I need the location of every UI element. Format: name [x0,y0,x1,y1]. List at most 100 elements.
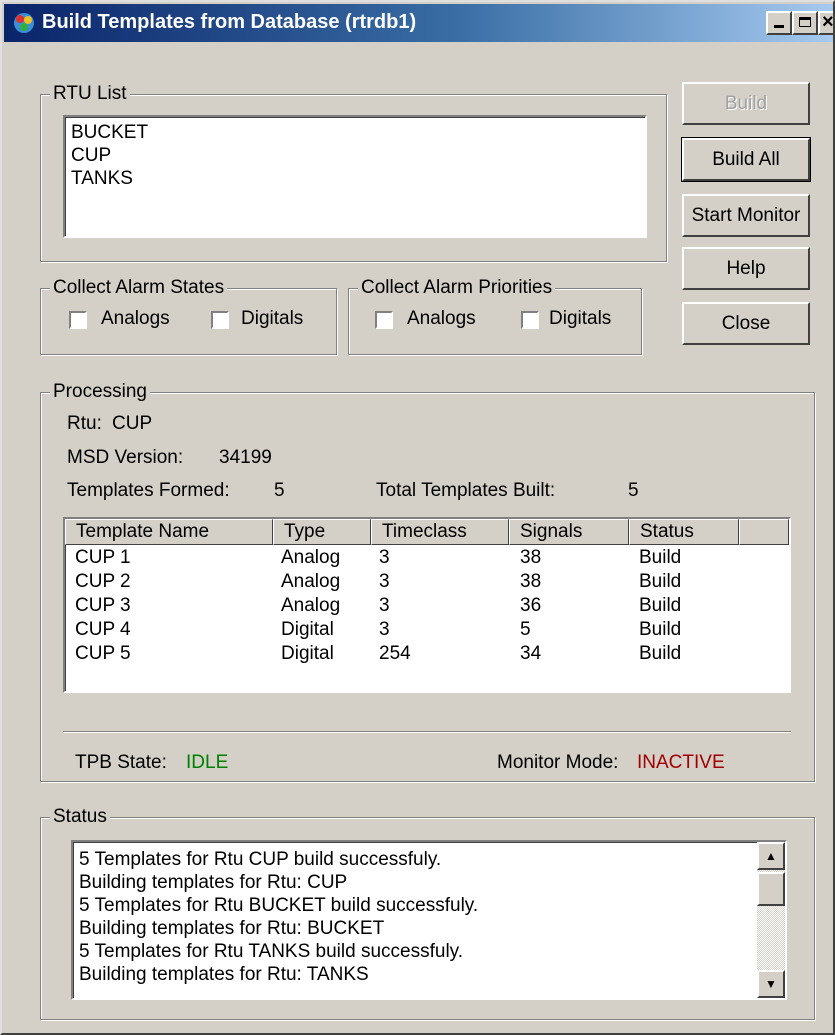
rtu-list-item[interactable]: TANKS [71,167,133,190]
table-row[interactable]: CUP 4 Digital 3 5 Build [65,619,789,643]
help-button[interactable]: Help [682,247,810,290]
title-bar[interactable]: Build Templates from Database (rtrdb1) × [4,4,833,42]
status-group: Status 5 Templates for Rtu CUP build suc… [40,806,815,1020]
rtu-list-group: RTU List BUCKET CUP TANKS [40,83,667,262]
msd-version-value: 34199 [219,447,272,468]
collect-alarm-priorities-label: Collect Alarm Priorities [358,277,556,299]
column-header-template-name[interactable]: Template Name [65,519,273,545]
table-row[interactable]: CUP 2 Analog 3 38 Build [65,571,789,595]
app-icon [14,13,34,33]
status-line: 5 Templates for Rtu CUP build successful… [79,849,442,870]
alarm-states-analogs-checkbox[interactable] [69,311,87,329]
status-line: Building templates for Rtu: TANKS [79,964,369,985]
alarm-states-analogs-label[interactable]: Analogs [101,308,170,330]
rtu-value: CUP [112,413,153,434]
alarm-priorities-analogs-checkbox[interactable] [375,311,393,329]
cell-signals: 36 [520,595,542,616]
cell-timeclass: 3 [379,619,390,640]
close-icon: × [822,11,834,33]
scroll-down-button[interactable]: ▼ [757,970,785,998]
maximize-button[interactable] [792,11,818,35]
cell-status: Build [639,547,682,568]
collect-alarm-states-label: Collect Alarm States [50,277,228,299]
rtu-list-item[interactable]: CUP [71,144,111,167]
cell-timeclass: 3 [379,571,390,592]
cell-type: Analog [281,595,341,616]
cell-signals: 38 [520,547,542,568]
msd-version-label: MSD Version: [67,447,184,468]
total-templates-built-label: Total Templates Built: [376,480,556,501]
build-templates-window: Build Templates from Database (rtrdb1) ×… [0,0,835,1035]
rtu-list-item[interactable]: BUCKET [71,121,148,144]
cell-status: Build [639,595,682,616]
rtu-label: Rtu: [67,413,102,434]
collect-alarm-states-group: Collect Alarm States Analogs Digitals [40,277,337,355]
total-templates-built-value: 5 [628,480,639,501]
build-all-button[interactable]: Build All [681,137,811,182]
cell-type: Analog [281,571,341,592]
templates-table[interactable]: Template Name Type Timeclass Signals Sta… [63,517,791,693]
cell-type: Digital [281,619,334,640]
alarm-priorities-digitals-checkbox[interactable] [521,311,539,329]
processing-label: Processing [50,381,150,403]
cell-timeclass: 3 [379,595,390,616]
cell-type: Analog [281,547,341,568]
table-header: Template Name Type Timeclass Signals Sta… [65,519,789,545]
column-header-status[interactable]: Status [629,519,739,545]
cell-template-name: CUP 3 [75,595,131,616]
alarm-priorities-analogs-label[interactable]: Analogs [407,308,476,330]
status-line: 5 Templates for Rtu BUCKET build success… [79,895,479,916]
templates-formed-value: 5 [274,480,285,501]
column-header-timeclass[interactable]: Timeclass [371,519,509,545]
scroll-thumb[interactable] [757,872,785,906]
window-title: Build Templates from Database (rtrdb1) [42,11,417,33]
cell-signals: 34 [520,643,542,664]
table-row[interactable]: CUP 3 Analog 3 36 Build [65,595,789,619]
monitor-mode-label: Monitor Mode: [497,752,619,773]
rtu-listbox[interactable]: BUCKET CUP TANKS [63,115,647,238]
cell-status: Build [639,643,682,664]
minimize-icon [774,25,784,28]
collect-alarm-priorities-group: Collect Alarm Priorities Analogs Digital… [348,277,642,355]
status-line: Building templates for Rtu: BUCKET [79,918,385,939]
column-header-type[interactable]: Type [273,519,371,545]
status-line: Building templates for Rtu: CUP [79,872,348,893]
scroll-up-button[interactable]: ▲ [757,842,785,870]
cell-template-name: CUP 5 [75,643,131,664]
status-log[interactable]: 5 Templates for Rtu CUP build successful… [71,840,787,1000]
tpb-state-label: TPB State: [75,752,167,773]
column-header-filler [739,519,789,545]
status-label: Status [50,806,110,828]
cell-status: Build [639,571,682,592]
scroll-down-arrow-icon: ▼ [765,977,777,991]
cell-timeclass: 254 [379,643,411,664]
alarm-states-digitals-checkbox[interactable] [211,311,229,329]
build-button[interactable]: Build [682,82,810,125]
status-line: 5 Templates for Rtu TANKS build successf… [79,941,464,962]
maximize-icon [799,17,811,27]
close-window-button[interactable]: × [818,11,834,35]
status-scrollbar[interactable]: ▲ ▼ [757,842,785,998]
cell-signals: 5 [520,619,531,640]
table-row[interactable]: CUP 5 Digital 254 34 Build [65,643,789,667]
column-header-signals[interactable]: Signals [509,519,629,545]
cell-timeclass: 3 [379,547,390,568]
monitor-mode-value: INACTIVE [637,752,725,773]
processing-group: Processing Rtu: CUP MSD Version: 34199 T… [40,381,815,782]
rtu-list-label: RTU List [50,83,130,105]
templates-formed-label: Templates Formed: [67,480,230,501]
tpb-state-value: IDLE [186,752,229,773]
cell-template-name: CUP 4 [75,619,131,640]
cell-template-name: CUP 1 [75,547,131,568]
separator [63,731,791,733]
cell-signals: 38 [520,571,542,592]
start-monitor-button[interactable]: Start Monitor [682,194,810,237]
alarm-priorities-digitals-label[interactable]: Digitals [549,308,611,330]
cell-status: Build [639,619,682,640]
table-row[interactable]: CUP 1 Analog 3 38 Build [65,547,789,571]
alarm-states-digitals-label[interactable]: Digitals [241,308,303,330]
cell-type: Digital [281,643,334,664]
scroll-up-arrow-icon: ▲ [765,849,777,863]
close-button[interactable]: Close [682,302,810,345]
minimize-button[interactable] [766,11,792,35]
